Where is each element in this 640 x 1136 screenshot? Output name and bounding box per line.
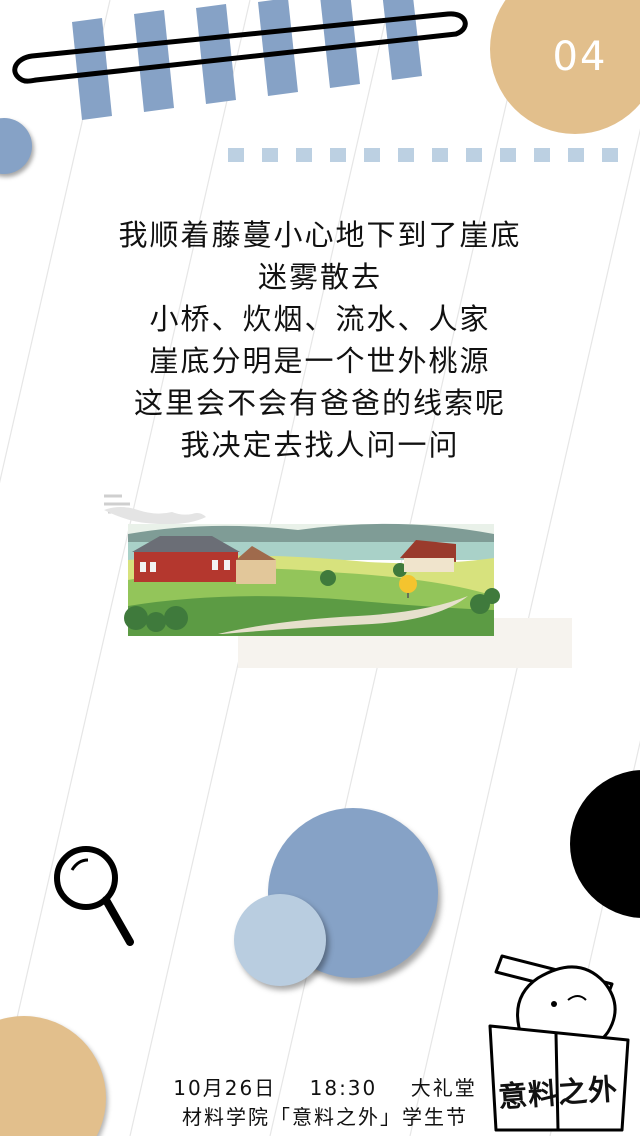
magnifier-icon: [54, 846, 134, 946]
square-dots-decoration: [228, 148, 618, 162]
poem-line: 迷雾散去: [257, 260, 382, 294]
poem-line: 崖底分明是一个世外桃源: [149, 344, 491, 378]
striped-pill-decoration: [12, 0, 468, 120]
small-light-blue-circle: [234, 894, 326, 986]
poem-line: 我顺着藤蔓小心地下到了崖底: [118, 218, 522, 252]
poem-line: 我决定去找人问一问: [180, 428, 460, 462]
poem-text: 我顺着藤蔓小心地下到了崖底 迷雾散去 小桥、炊烟、流水、人家 崖底分明是一个世外…: [60, 214, 580, 466]
page-number: 04: [552, 34, 608, 80]
village-landscape-illustration: [104, 494, 572, 668]
event-organizer: 材料学院「意料之外」学生节: [182, 1105, 468, 1129]
event-info: 10月26日 18:30 大礼堂: [173, 1076, 477, 1100]
poem-line: 小桥、炊烟、流水、人家: [149, 302, 491, 336]
page-background: 04 我顺着藤蔓小心地下到了崖底 迷雾散去 小桥、炊烟、流水、人家 崖底分明是一…: [0, 0, 640, 1136]
poem-line: 这里会不会有爸爸的线索呢: [133, 386, 506, 420]
